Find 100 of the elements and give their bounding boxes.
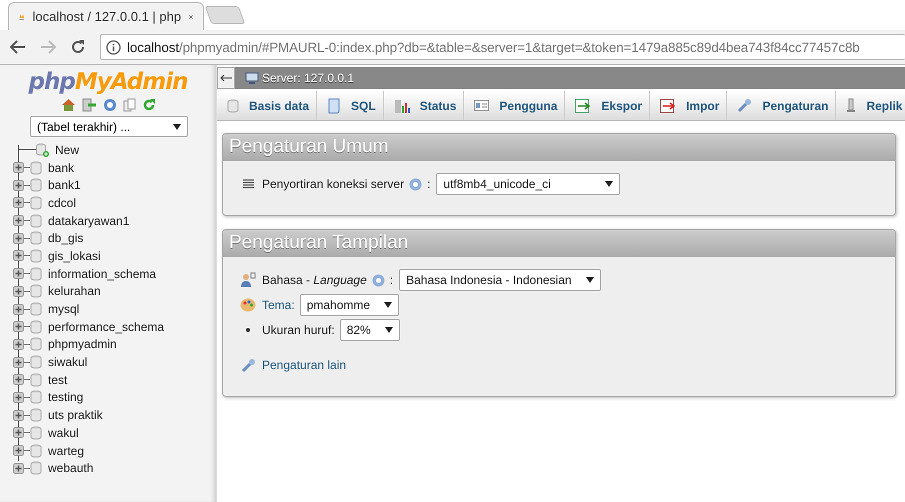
setting-label: Bahasa - Language — [262, 273, 367, 287]
database-icon — [30, 408, 42, 422]
database-item[interactable]: bank — [48, 160, 74, 175]
expand-icon[interactable] — [13, 162, 24, 174]
back-arrow-icon[interactable] — [10, 40, 26, 54]
database-item[interactable]: information_schema — [48, 266, 156, 281]
nav-tab[interactable]: Pengguna — [464, 91, 566, 120]
database-item[interactable]: kelurahan — [48, 284, 101, 298]
document-icon[interactable] — [122, 98, 136, 112]
database-item[interactable]: phpmyadmin — [48, 337, 117, 352]
wrench-icon — [240, 358, 256, 372]
expand-icon[interactable] — [13, 268, 24, 280]
dropdown[interactable]: Bahasa Indonesia - Indonesian — [399, 269, 601, 291]
palette-icon — [240, 298, 256, 312]
nav-tab[interactable]: Replik — [836, 91, 905, 120]
url-text: localhost/phpmyadmin/#PMAURL-0:index.php?db=&table=&server=1&target=&token=1479a885c89d4bea743f84cc77457c8b — [127, 40, 860, 54]
database-item[interactable]: uts praktik — [48, 408, 103, 422]
database-icon — [30, 372, 42, 387]
colon-separator: : — [427, 177, 430, 191]
database-item[interactable]: gis_lokasi — [48, 248, 101, 263]
collapse-button[interactable] — [217, 67, 235, 89]
person-icon — [240, 272, 256, 288]
database-item[interactable]: mysql — [48, 302, 80, 316]
database-item[interactable]: db_gis — [48, 231, 84, 246]
expand-icon[interactable] — [13, 392, 24, 403]
database-icon — [30, 426, 42, 440]
theme-link[interactable]: Tema: — [262, 298, 295, 312]
expand-icon[interactable] — [13, 304, 24, 315]
database-icon — [30, 196, 42, 210]
help-icon[interactable] — [102, 98, 116, 112]
phpmyadmin-logo[interactable]: phpMyAdmin — [0, 65, 216, 95]
dropdown[interactable]: 82% — [340, 319, 400, 341]
database-icon — [30, 390, 42, 404]
caret-icon — [173, 124, 181, 130]
server-title[interactable]: Server: 127.0.0.1 — [262, 71, 354, 85]
expand-icon[interactable] — [13, 197, 24, 208]
dropdown[interactable]: pmahomme — [300, 294, 400, 316]
address-bar[interactable]: localhost/phpmyadmin/#PMAURL-0:index.php?db=&table=&server=1&target=&token=1479a885c89d4bea743f84cc77457c8b — [100, 34, 905, 60]
browser-tab[interactable]: localhost / 127.0.0.1 | php — [8, 2, 204, 30]
setting-label: Penyortiran koneksi server — [262, 177, 404, 191]
caret-icon — [586, 277, 594, 283]
database-item[interactable]: performance_schema — [48, 320, 164, 334]
database-icon — [30, 231, 42, 246]
database-item[interactable]: webauth — [48, 461, 94, 476]
nav-tab[interactable]: Status — [384, 91, 464, 120]
caret-icon — [384, 302, 392, 308]
caret-icon — [605, 181, 614, 187]
database-item[interactable]: cdcol — [48, 196, 76, 210]
database-item[interactable]: siwakul — [48, 355, 88, 370]
list-icon — [242, 179, 254, 189]
database-item[interactable]: warteg — [48, 444, 84, 458]
new-database-link[interactable]: New — [55, 142, 80, 157]
expand-icon[interactable] — [13, 445, 24, 456]
info-icon — [106, 40, 121, 54]
pin-icon — [846, 98, 856, 114]
database-icon — [30, 266, 42, 281]
expand-icon[interactable] — [13, 232, 24, 244]
database-item[interactable]: testing — [48, 390, 84, 404]
expand-icon[interactable] — [13, 215, 24, 226]
expand-icon[interactable] — [13, 427, 24, 438]
colon-separator: : — [390, 273, 394, 287]
nav-tab[interactable]: Basis data — [217, 91, 318, 120]
database-icon — [30, 461, 42, 476]
database-icon — [30, 320, 42, 334]
more-settings-link[interactable]: Pengaturan lain — [262, 358, 346, 372]
expand-icon[interactable] — [13, 462, 24, 474]
left-arrow-icon — [220, 75, 232, 81]
nav-tab[interactable]: Impor — [650, 91, 728, 120]
exit-icon[interactable] — [82, 98, 96, 112]
nav-tab[interactable]: SQL — [317, 91, 384, 120]
bullet-icon — [246, 328, 250, 332]
database-icon — [30, 284, 42, 298]
database-icon — [30, 160, 42, 175]
database-icon — [30, 178, 42, 192]
home-icon[interactable] — [60, 98, 76, 112]
database-icon — [30, 302, 42, 316]
database-item[interactable]: test — [48, 372, 68, 387]
expand-icon[interactable] — [13, 338, 24, 350]
expand-icon[interactable] — [13, 180, 24, 191]
panel-title: Pengaturan Umum — [223, 134, 895, 161]
database-icon — [30, 248, 42, 263]
database-item[interactable]: datakaryawan1 — [48, 214, 130, 228]
database-item[interactable]: bank1 — [48, 178, 81, 192]
expand-icon[interactable] — [13, 286, 24, 297]
database-icon — [30, 444, 42, 458]
nav-tab[interactable]: Pengaturan — [727, 91, 836, 120]
dropdown[interactable]: utf8mb4_unicode_ci — [436, 173, 620, 195]
new-database-icon — [35, 142, 49, 157]
reload-icon[interactable] — [70, 39, 86, 55]
expand-icon[interactable] — [13, 250, 24, 262]
expand-icon[interactable] — [13, 374, 24, 386]
database-item[interactable]: wakul — [48, 426, 79, 440]
recent-tables-select[interactable]: (Tabel terakhir) ... — [30, 116, 188, 137]
expand-icon[interactable] — [13, 410, 24, 421]
bar-chart-icon — [394, 98, 410, 114]
import-icon — [660, 98, 676, 112]
export-icon — [575, 98, 592, 112]
nav-tab[interactable]: Ekspor — [565, 91, 650, 120]
expand-icon[interactable] — [13, 321, 24, 332]
expand-icon[interactable] — [13, 356, 24, 368]
